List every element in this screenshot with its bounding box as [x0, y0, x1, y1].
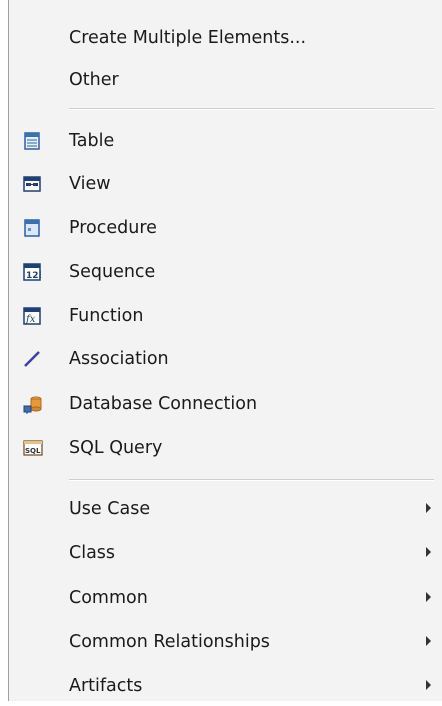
menu-item-artifacts[interactable]: Artifacts [9, 666, 442, 706]
menu-item-label: Function [69, 306, 144, 326]
sql-query-icon: SQL [23, 439, 43, 457]
menu-item-label: SQL Query [69, 438, 163, 458]
menu-item-label: Sequence [69, 262, 156, 282]
submenu-arrow-icon [426, 636, 431, 646]
view-icon [23, 175, 41, 193]
menu-item-function[interactable]: fx Function [9, 296, 442, 336]
svg-text:SQL: SQL [25, 447, 41, 455]
menu-item-database-connection[interactable]: Database Connection [9, 384, 442, 424]
menu-item-create-multiple-elements[interactable]: Create Multiple Elements... [9, 18, 442, 58]
menu-item-table[interactable]: Table [9, 121, 442, 161]
menu-item-sequence[interactable]: 123 Sequence [9, 252, 442, 292]
menu-item-label: Other [69, 70, 119, 90]
menu-separator [69, 479, 434, 481]
menu-item-label: Table [69, 131, 115, 151]
menu-item-label: Database Connection [69, 394, 258, 414]
database-connection-icon [23, 395, 42, 414]
menu-item-procedure[interactable]: Procedure [9, 208, 442, 248]
context-menu: Create Multiple Elements... Other Table [9, 0, 442, 701]
function-icon: fx [23, 307, 41, 325]
menu-item-label: Common [69, 588, 148, 608]
procedure-icon [23, 219, 41, 237]
sequence-icon: 123 [23, 263, 45, 281]
submenu-arrow-icon [426, 503, 431, 513]
menu-item-label: View [69, 174, 111, 194]
submenu-arrow-icon [426, 547, 431, 557]
submenu-arrow-icon [426, 592, 431, 602]
svg-text:fx: fx [25, 314, 36, 325]
menu-item-sql-query[interactable]: SQL SQL Query [9, 428, 442, 468]
menu-item-view[interactable]: View [9, 164, 442, 204]
svg-text:123: 123 [26, 271, 41, 281]
menu-item-label: Create Multiple Elements... [69, 28, 307, 48]
menu-item-use-case[interactable]: Use Case [9, 489, 442, 529]
menu-item-label: Use Case [69, 499, 151, 519]
menu-item-other[interactable]: Other [9, 60, 442, 100]
menu-separator [69, 108, 434, 110]
menu-item-label: Common Relationships [69, 632, 270, 652]
menu-item-label: Association [69, 349, 169, 369]
submenu-arrow-icon [426, 680, 431, 690]
menu-item-common[interactable]: Common [9, 578, 442, 618]
window-edge [0, 0, 9, 701]
menu-item-common-relationships[interactable]: Common Relationships [9, 622, 442, 662]
association-icon [23, 350, 41, 368]
menu-item-class[interactable]: Class [9, 533, 442, 573]
menu-item-association[interactable]: Association [9, 339, 442, 379]
menu-item-label: Class [69, 543, 116, 563]
table-icon [23, 132, 41, 150]
menu-item-label: Procedure [69, 218, 157, 238]
menu-item-label: Artifacts [69, 676, 143, 696]
